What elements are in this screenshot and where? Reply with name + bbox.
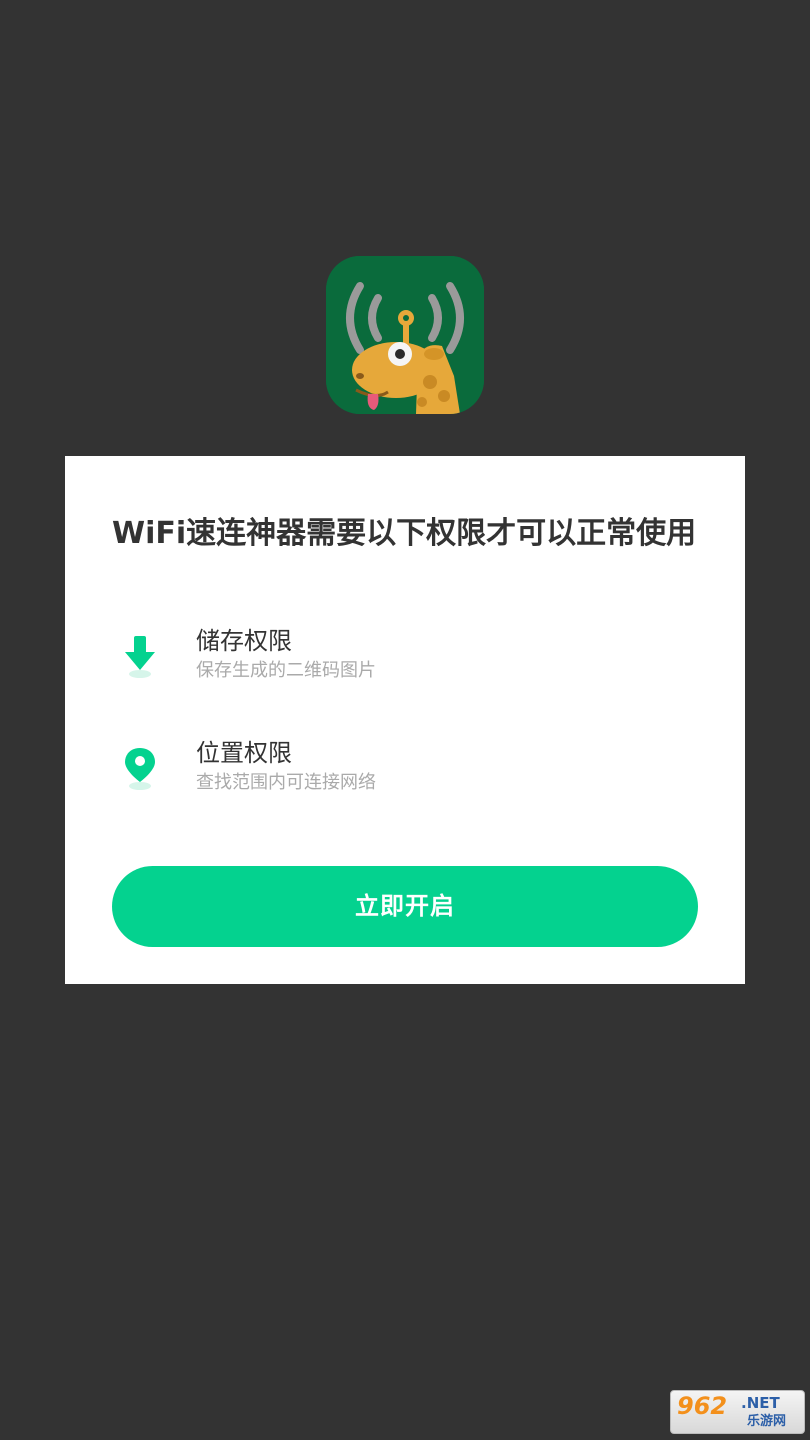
- watermark-logo: 962 .NET 乐游网: [670, 1390, 805, 1434]
- permission-description: 查找范围内可连接网络: [196, 772, 376, 793]
- permission-item-storage: 储存权限 保存生成的二维码图片: [112, 624, 672, 694]
- download-icon: [122, 634, 158, 680]
- dialog-title: WiFi速连神器需要以下权限才可以正常使用: [112, 516, 697, 551]
- app-logo-icon: [326, 256, 484, 414]
- permission-name: 储存权限: [196, 627, 292, 655]
- permission-name: 位置权限: [196, 739, 292, 767]
- permission-description: 保存生成的二维码图片: [196, 660, 376, 681]
- screen: WiFi速连神器需要以下权限才可以正常使用 储存权限 保存生成的二维码图片 位置…: [0, 0, 810, 1440]
- permission-dialog: WiFi速连神器需要以下权限才可以正常使用 储存权限 保存生成的二维码图片 位置…: [65, 456, 745, 984]
- permission-item-location: 位置权限 查找范围内可连接网络: [112, 736, 672, 806]
- location-pin-icon: [122, 746, 158, 792]
- watermark-site: 乐游网: [747, 1414, 787, 1429]
- enable-now-button[interactable]: 立即开启: [112, 866, 698, 947]
- watermark-digits: 962: [677, 1392, 728, 1420]
- watermark-net: .NET: [741, 1394, 780, 1412]
